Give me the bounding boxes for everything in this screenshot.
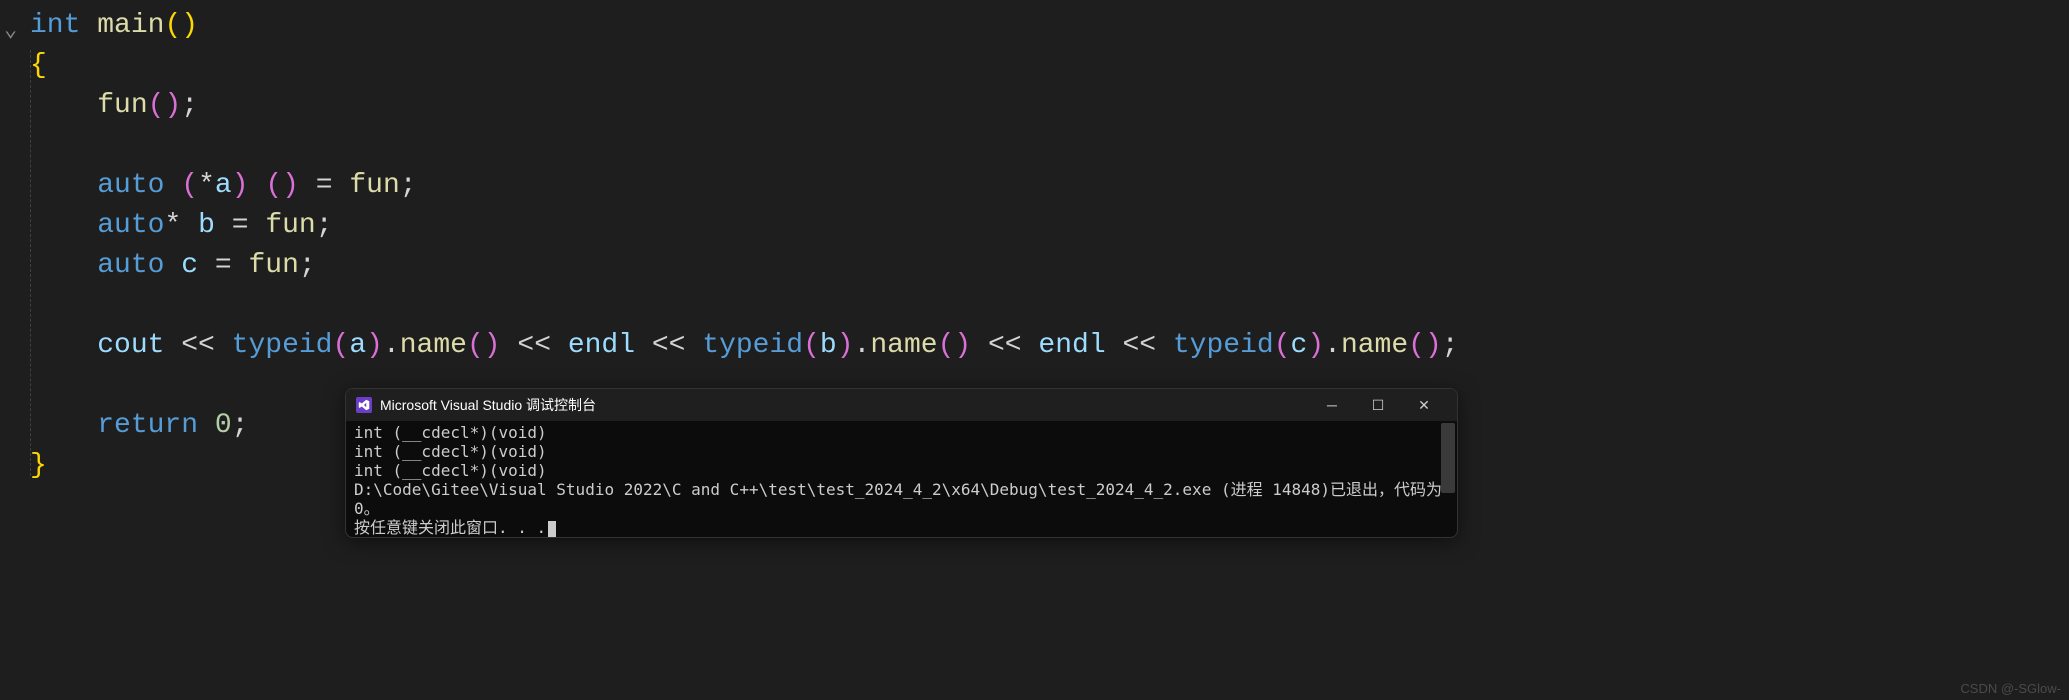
paren: () <box>467 330 501 361</box>
keyword-typeid: typeid <box>232 330 333 361</box>
star: * <box>198 170 215 201</box>
semi: ; <box>232 410 249 441</box>
close-button[interactable]: ✕ <box>1401 389 1447 421</box>
var-c: c <box>181 250 198 281</box>
console-titlebar[interactable]: Microsoft Visual Studio 调试控制台 ─ ☐ ✕ <box>346 389 1457 421</box>
paren: () <box>1408 330 1442 361</box>
code-editor[interactable]: ⌄ int main() { fun(); auto (*a) () = fun… <box>0 0 2069 700</box>
debug-console-window[interactable]: Microsoft Visual Studio 调试控制台 ─ ☐ ✕ int … <box>345 388 1458 538</box>
dot: . <box>1324 330 1341 361</box>
output-line: int (__cdecl*)(void) <box>354 423 1449 442</box>
method-name: name <box>870 330 937 361</box>
number-zero: 0 <box>215 410 232 441</box>
var-c: c <box>1291 330 1308 361</box>
paren: ( <box>181 170 198 201</box>
keyword-typeid: typeid <box>1173 330 1274 361</box>
id-cout: cout <box>97 330 164 361</box>
console-title: Microsoft Visual Studio 调试控制台 <box>380 395 1309 415</box>
paren: () <box>148 90 182 121</box>
var-b: b <box>198 210 215 241</box>
output-line: int (__cdecl*)(void) <box>354 442 1449 461</box>
star: * <box>164 210 181 241</box>
chevron-down-icon[interactable]: ⌄ <box>4 18 17 43</box>
minimize-button[interactable]: ─ <box>1309 389 1355 421</box>
id-fun: fun <box>249 250 299 281</box>
keyword-auto: auto <box>97 250 164 281</box>
op-assign: = <box>316 170 333 201</box>
id-fun: fun <box>265 210 315 241</box>
id-endl: endl <box>568 330 635 361</box>
keyword-typeid: typeid <box>702 330 803 361</box>
output-line: int (__cdecl*)(void) <box>354 461 1449 480</box>
brace-open: { <box>30 50 47 81</box>
keyword-auto: auto <box>97 170 164 201</box>
fold-gutter[interactable]: ⌄ <box>4 10 17 51</box>
method-name: name <box>1341 330 1408 361</box>
var-b: b <box>820 330 837 361</box>
paren: ( <box>803 330 820 361</box>
dot: . <box>383 330 400 361</box>
op-shift: << <box>181 330 215 361</box>
function-main: main <box>97 10 164 41</box>
id-fun: fun <box>349 170 399 201</box>
var-a: a <box>349 330 366 361</box>
paren: ( <box>333 330 350 361</box>
var-a: a <box>215 170 232 201</box>
op-shift: << <box>988 330 1022 361</box>
semi: ; <box>299 250 316 281</box>
paren: ( <box>1274 330 1291 361</box>
scrollbar-thumb[interactable] <box>1441 423 1455 493</box>
watermark: CSDN @-SGlow- <box>1960 681 2061 696</box>
maximize-button[interactable]: ☐ <box>1355 389 1401 421</box>
op-shift: << <box>517 330 551 361</box>
semi: ; <box>316 210 333 241</box>
keyword-return: return <box>97 410 198 441</box>
call-fun: fun <box>97 90 147 121</box>
output-line: D:\Code\Gitee\Visual Studio 2022\C and C… <box>354 480 1449 518</box>
paren: ) <box>232 170 249 201</box>
semi: ; <box>1442 330 1459 361</box>
paren: () <box>164 10 198 41</box>
vs-icon <box>356 397 372 413</box>
paren: ) <box>1307 330 1324 361</box>
semi: ; <box>400 170 417 201</box>
paren: ) <box>837 330 854 361</box>
keyword-auto: auto <box>97 210 164 241</box>
op-assign: = <box>215 250 232 281</box>
paren: ) <box>366 330 383 361</box>
paren: () <box>265 170 299 201</box>
keyword-int: int <box>30 10 80 41</box>
brace-close: } <box>30 450 47 481</box>
console-output[interactable]: int (__cdecl*)(void)int (__cdecl*)(void)… <box>346 421 1457 538</box>
cursor-icon <box>548 521 556 537</box>
paren: () <box>938 330 972 361</box>
method-name: name <box>400 330 467 361</box>
window-buttons: ─ ☐ ✕ <box>1309 389 1447 421</box>
op-shift: << <box>652 330 686 361</box>
semi: ; <box>181 90 198 121</box>
op-assign: = <box>232 210 249 241</box>
op-shift: << <box>1122 330 1156 361</box>
output-line: 按任意键关闭此窗口. . . <box>354 518 1449 537</box>
dot: . <box>854 330 871 361</box>
id-endl: endl <box>1038 330 1105 361</box>
